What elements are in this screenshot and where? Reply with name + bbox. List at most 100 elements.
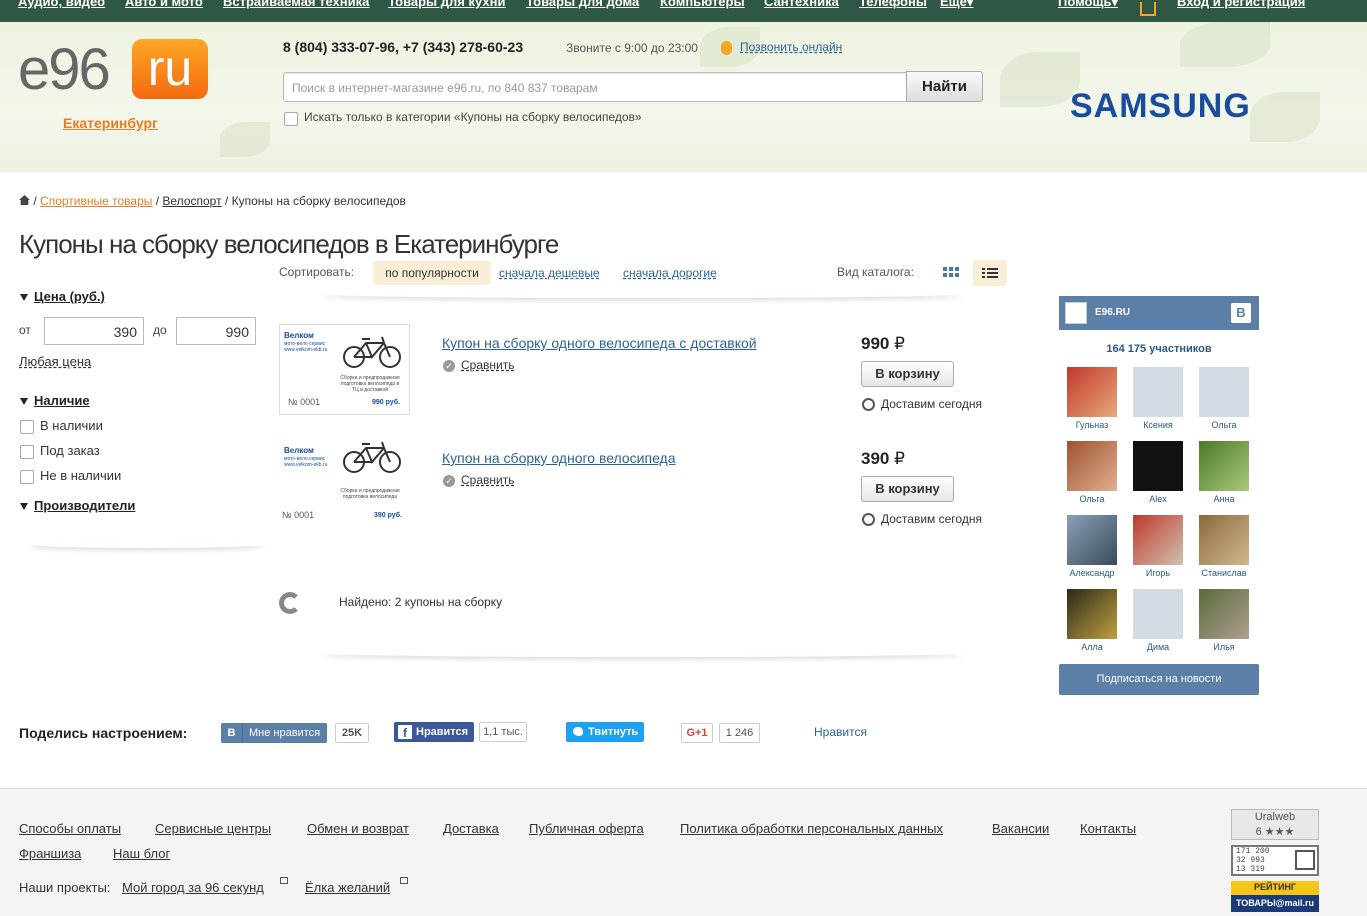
vk-member-name[interactable]: Гульназ: [1059, 420, 1125, 430]
filter-price-head[interactable]: Цена (руб.): [34, 289, 105, 304]
collapse-triangle-icon[interactable]: [20, 398, 28, 405]
footer-link-service[interactable]: Сервисные центры: [155, 821, 271, 836]
filter-availability-head[interactable]: Наличие: [34, 393, 90, 408]
vk-member-avatar[interactable]: [1199, 441, 1249, 491]
call-online-link[interactable]: Позвонить онлайн: [740, 40, 842, 54]
vk-member-name[interactable]: Анна: [1191, 494, 1257, 504]
vk-member-avatar[interactable]: [1067, 589, 1117, 639]
vk-member-avatar[interactable]: [1067, 441, 1117, 491]
grid-view-icon[interactable]: [943, 267, 961, 277]
site-logo[interactable]: e96 ru: [18, 39, 208, 101]
nav-audio-video[interactable]: Аудио, видео: [18, 0, 105, 9]
vk-member-avatar[interactable]: [1133, 589, 1183, 639]
vk-member-name[interactable]: Ольга: [1191, 420, 1257, 430]
vk-member-avatar[interactable]: [1199, 367, 1249, 417]
sort-popular[interactable]: по популярности: [373, 261, 491, 285]
mailru-rating-top: РЕЙТИНГ: [1253, 882, 1297, 892]
product-image[interactable]: Велком мото-вело сервис www.velkom-ekb.r…: [279, 324, 410, 415]
price-to-input[interactable]: 990: [176, 317, 256, 345]
vk-subscribe-button[interactable]: Подписаться на новости: [1059, 664, 1259, 695]
add-to-cart-button[interactable]: В корзину: [861, 361, 954, 387]
uralweb-badge[interactable]: Uralweb 6 ★★★: [1231, 809, 1319, 840]
footer-link-franchise[interactable]: Франшиза: [19, 846, 81, 861]
nav-auto-moto[interactable]: Авто и мото: [125, 0, 203, 9]
product-image[interactable]: Велком мото-вело сервис www.velkom-ekb.r…: [279, 439, 410, 530]
vk-member-avatar[interactable]: [1067, 515, 1117, 565]
nav-help[interactable]: Помощь▾: [1058, 0, 1118, 10]
counter-badge[interactable]: 171 200 32 993 13 319: [1231, 845, 1319, 876]
compare-link[interactable]: Сравнить: [461, 473, 514, 487]
any-price-link[interactable]: Любая цена: [19, 354, 91, 369]
breadcrumb-velo[interactable]: Велоспорт: [162, 194, 221, 208]
check-icon[interactable]: ✓: [443, 360, 455, 372]
nav-built-in[interactable]: Встраиваемая техника: [223, 0, 369, 9]
search-input[interactable]: Поиск в интернет-магазине e96.ru, по 840…: [283, 72, 907, 102]
sort-cheap[interactable]: сначала дешевые: [499, 266, 600, 280]
nav-kitchen[interactable]: Товары для кухни: [388, 0, 505, 9]
project-tree[interactable]: Ёлка желаний: [305, 880, 390, 895]
mailru-rating-badge[interactable]: РЕЙТИНГ ТОВАРЫ@mail.ru: [1231, 881, 1319, 912]
vk-member-name[interactable]: Станислав: [1191, 568, 1257, 578]
avail-in-stock-checkbox[interactable]: [20, 420, 34, 434]
nav-plumbing[interactable]: Сантехника: [764, 0, 839, 9]
avail-order-checkbox[interactable]: [20, 445, 34, 459]
avail-none-checkbox[interactable]: [20, 470, 34, 484]
product-title[interactable]: Купон на сборку одного велосипеда с дост…: [442, 335, 757, 351]
nav-phones[interactable]: Телефоны: [859, 0, 927, 9]
filter-makers-head[interactable]: Производители: [34, 498, 135, 513]
vk-member-name[interactable]: Alex: [1125, 494, 1191, 504]
ruble-sign: ₽: [894, 334, 905, 353]
vk-member-name[interactable]: Дима: [1125, 642, 1191, 652]
nav-login[interactable]: Вход и регистрация: [1177, 0, 1305, 9]
cart-icon[interactable]: [1140, 2, 1156, 16]
only-category-checkbox[interactable]: [284, 112, 298, 126]
footer-link-delivery[interactable]: Доставка: [443, 821, 499, 836]
compare-link[interactable]: Сравнить: [461, 358, 514, 372]
footer-link-privacy[interactable]: Политика обработки персональных данных: [680, 821, 943, 836]
city-selector[interactable]: Екатеринбург: [63, 115, 158, 131]
vk-member-name[interactable]: Ксения: [1125, 420, 1191, 430]
gplus-button[interactable]: G+1: [681, 723, 713, 743]
vk-member-avatar[interactable]: [1133, 441, 1183, 491]
project-my-city[interactable]: Мой город за 96 секунд: [122, 880, 264, 895]
vk-member-avatar[interactable]: [1199, 589, 1249, 639]
like-link[interactable]: Нравится: [814, 725, 867, 739]
vk-member-avatar[interactable]: [1133, 367, 1183, 417]
vk-member-name[interactable]: Илья: [1191, 642, 1257, 652]
footer-link-blog[interactable]: Наш блог: [113, 846, 170, 861]
footer-link-payment[interactable]: Способы оплаты: [19, 821, 121, 836]
collapse-triangle-icon[interactable]: [20, 503, 28, 510]
breadcrumb-separator: /: [33, 194, 37, 208]
sort-label: Сортировать:: [279, 265, 355, 279]
nav-more[interactable]: Ещё▾: [940, 0, 973, 10]
leaf-decor: [1000, 52, 1080, 107]
samsung-banner[interactable]: SAMSUNG: [1070, 87, 1251, 126]
product-title[interactable]: Купон на сборку одного велосипеда: [442, 450, 676, 466]
footer-link-exchange[interactable]: Обмен и возврат: [307, 821, 409, 836]
home-icon[interactable]: [19, 195, 30, 205]
footer-link-vacancies[interactable]: Вакансии: [992, 821, 1049, 836]
search-button[interactable]: Найти: [906, 71, 983, 102]
vk-member-name[interactable]: Александр: [1059, 568, 1125, 578]
list-view-button[interactable]: [973, 260, 1007, 286]
vk-like-button[interactable]: B Мне нравится: [221, 723, 327, 743]
vk-member-name[interactable]: Ольга: [1059, 494, 1125, 504]
nav-computers[interactable]: Компьютеры: [660, 0, 745, 9]
price-from-input[interactable]: 390: [44, 317, 144, 345]
breadcrumb-sport[interactable]: Спортивные товары: [40, 194, 152, 208]
fb-like-button[interactable]: f Нравится: [394, 722, 474, 742]
tweet-button[interactable]: Твитнуть: [566, 722, 644, 742]
vk-member-name[interactable]: Алла: [1059, 642, 1125, 652]
vk-member-avatar[interactable]: [1067, 367, 1117, 417]
vk-header[interactable]: E96.RU B: [1059, 296, 1259, 330]
sort-expensive[interactable]: сначала дорогие: [623, 266, 717, 280]
vk-member-avatar[interactable]: [1199, 515, 1249, 565]
nav-home[interactable]: Товары для дома: [526, 0, 639, 9]
vk-member-avatar[interactable]: [1133, 515, 1183, 565]
check-icon[interactable]: ✓: [443, 475, 455, 487]
vk-member-name[interactable]: Игорь: [1125, 568, 1191, 578]
footer-link-offer[interactable]: Публичная оферта: [529, 821, 644, 836]
footer-link-contacts[interactable]: Контакты: [1080, 821, 1136, 836]
collapse-triangle-icon[interactable]: [20, 294, 28, 301]
add-to-cart-button[interactable]: В корзину: [861, 476, 954, 502]
